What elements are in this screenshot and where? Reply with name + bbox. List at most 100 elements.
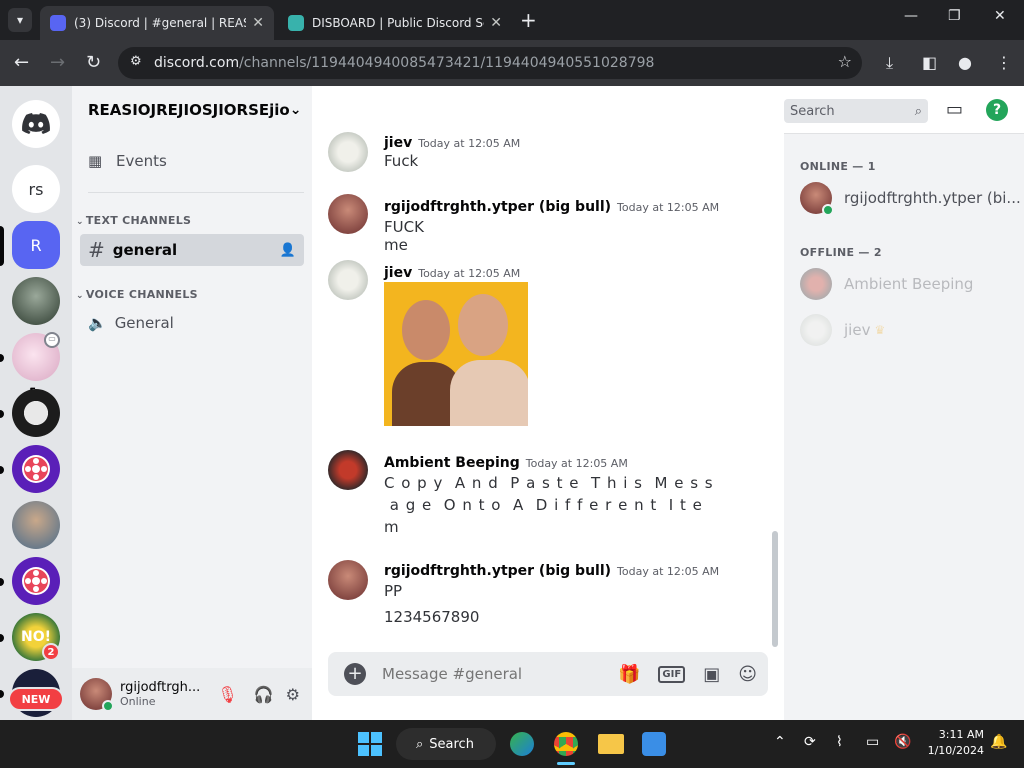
- headphones-icon[interactable]: 🎧: [254, 685, 274, 704]
- user-name: rgijodftrgh...: [120, 680, 201, 695]
- member-item[interactable]: jiev ♛: [800, 314, 885, 346]
- address-bar[interactable]: ⚙ discord.com/channels/11944049400854734…: [118, 47, 862, 79]
- message-author[interactable]: rgijodftrghth.ytper (big bull): [384, 563, 611, 579]
- chevron-up-icon[interactable]: ⌃: [774, 734, 786, 750]
- sync-icon[interactable]: ⟳: [804, 734, 816, 750]
- server-icon-film-reel-2[interactable]: [12, 557, 60, 605]
- avatar[interactable]: [328, 560, 368, 600]
- channel-item-general[interactable]: # general 👤: [80, 234, 304, 266]
- message-author[interactable]: jiev: [384, 265, 412, 281]
- category-voice-channels[interactable]: ⌄ VOICE CHANNELS: [76, 288, 198, 301]
- voice-channel-general[interactable]: 🔈 General: [88, 314, 174, 332]
- new-tab-icon[interactable]: +: [520, 8, 537, 32]
- emoji-icon[interactable]: ☺: [738, 664, 757, 685]
- download-icon[interactable]: ⤓: [886, 53, 893, 73]
- restore-icon[interactable]: ❐: [948, 8, 961, 24]
- message-author[interactable]: jiev: [384, 135, 412, 151]
- message-author[interactable]: rgijodftrghth.ytper (big bull): [384, 199, 611, 215]
- url-path: /channels/1194404940085473421/1194404940…: [239, 55, 655, 71]
- message-text: Fuck: [384, 152, 419, 170]
- tab-disboard[interactable]: DISBOARD | Public Discord Serv ✕: [278, 6, 512, 40]
- photos-icon[interactable]: [642, 732, 666, 756]
- member-name: rgijodftrghth.ytper (bi...: [844, 189, 1021, 207]
- gift-icon[interactable]: 🎁: [618, 664, 640, 685]
- message-author[interactable]: Ambient Beeping: [384, 455, 520, 471]
- sticker-icon[interactable]: ▣: [703, 664, 720, 685]
- active-app-indicator: [557, 762, 575, 765]
- category-text-channels[interactable]: ⌄ TEXT CHANNELS: [76, 214, 191, 227]
- notification-bell-icon[interactable]: 🔔: [990, 734, 1007, 750]
- channel-sidebar: REASIOJREJIOSJIORSEjio ⌄ ▦ Events ⌄ TEXT …: [72, 86, 312, 720]
- bookmark-star-icon[interactable]: ☆: [838, 52, 852, 71]
- side-panel-icon[interactable]: ◧: [922, 53, 937, 72]
- invite-member-icon[interactable]: 👤: [280, 243, 296, 258]
- tab-discord[interactable]: (3) Discord | #general | REASIOJ ✕: [40, 6, 274, 40]
- gif-icon[interactable]: GIF: [658, 665, 686, 683]
- user-info[interactable]: rgijodftrgh... Online: [120, 680, 209, 708]
- film-reel-icon: [22, 567, 50, 595]
- discord-home-button[interactable]: [12, 100, 60, 148]
- message-input[interactable]: [382, 665, 592, 683]
- tab-close-icon[interactable]: ✕: [490, 15, 502, 31]
- member-item[interactable]: Ambient Beeping: [800, 268, 973, 300]
- tab-title: (3) Discord | #general | REASIOJ: [74, 16, 246, 30]
- new-badge: NEW: [8, 687, 64, 711]
- volume-muted-icon[interactable]: 🔇: [894, 734, 911, 750]
- file-explorer-icon[interactable]: [598, 734, 624, 754]
- guild-header[interactable]: REASIOJREJIOSJIORSEjio ⌄: [72, 86, 312, 134]
- server-icon-film-reel-1[interactable]: [12, 445, 60, 493]
- taskbar-search-label: Search: [429, 736, 474, 752]
- scrollbar-thumb[interactable]: [772, 531, 778, 647]
- taskbar-search[interactable]: ⌕ Search: [396, 728, 496, 760]
- windows-start-icon[interactable]: [358, 732, 382, 756]
- avatar: [800, 182, 834, 216]
- forward-icon[interactable]: →: [50, 52, 65, 73]
- back-icon[interactable]: ←: [14, 52, 29, 73]
- inbox-icon[interactable]: ▭: [946, 99, 963, 120]
- browser-tab-strip: ▾ (3) Discord | #general | REASIOJ ✕ DIS…: [0, 0, 1024, 40]
- channel-label: General: [114, 314, 174, 332]
- avatar[interactable]: [328, 450, 368, 490]
- voice-activity-icon: ▭: [44, 332, 60, 348]
- message-text: a g e O n t o A D i f f e r e n t I t e: [384, 496, 703, 514]
- add-attachment-icon[interactable]: +: [344, 663, 366, 685]
- reload-icon[interactable]: ↻: [86, 52, 101, 73]
- speaker-icon: 🔈: [88, 314, 107, 332]
- member-item[interactable]: rgijodftrghth.ytper (bi...: [800, 182, 1021, 216]
- site-info-icon[interactable]: ⚙: [130, 54, 142, 69]
- display-icon[interactable]: ▭: [866, 734, 879, 750]
- tab-close-icon[interactable]: ✕: [252, 15, 264, 31]
- tab-search-chevron-icon[interactable]: ▾: [8, 8, 32, 32]
- avatar[interactable]: [328, 194, 368, 234]
- member-name: Ambient Beeping: [844, 275, 974, 293]
- server-rs[interactable]: rs: [12, 165, 60, 213]
- mute-mic-icon[interactable]: 🎙: [217, 685, 237, 704]
- server-icon-kid-photo[interactable]: [12, 501, 60, 549]
- clock-date: 1/10/2024: [927, 744, 984, 757]
- network-icon[interactable]: ⌇: [836, 734, 843, 750]
- server-unread-pill: [0, 634, 4, 642]
- minimize-icon[interactable]: —: [904, 8, 918, 24]
- clock[interactable]: 3:11 AM 1/10/2024: [920, 727, 984, 759]
- online-status-icon: [102, 700, 114, 712]
- guild-name: REASIOJREJIOSJIORSEjio: [88, 101, 290, 119]
- avatar[interactable]: [328, 260, 368, 300]
- server-icon-badge-crest[interactable]: [12, 277, 60, 325]
- chrome-icon[interactable]: [554, 732, 578, 756]
- search-box[interactable]: Search ⌕: [784, 99, 928, 123]
- help-icon[interactable]: ?: [986, 98, 1008, 121]
- message-text: 1234567890: [384, 608, 480, 626]
- avatar[interactable]: [80, 678, 114, 712]
- menu-dots-icon[interactable]: ⋮: [996, 53, 1012, 72]
- close-window-icon[interactable]: ✕: [994, 8, 1006, 24]
- server-icon-cool-cat[interactable]: [12, 389, 60, 437]
- disboard-favicon-icon: [288, 15, 304, 31]
- avatar[interactable]: [328, 132, 368, 172]
- edge-icon[interactable]: [510, 732, 534, 756]
- server-r[interactable]: R: [12, 221, 60, 269]
- avatar: [800, 314, 832, 346]
- image-attachment[interactable]: [384, 282, 528, 426]
- profile-icon[interactable]: ●: [958, 53, 972, 72]
- events-item[interactable]: ▦ Events: [88, 152, 167, 170]
- settings-gear-icon[interactable]: ⚙: [286, 685, 300, 704]
